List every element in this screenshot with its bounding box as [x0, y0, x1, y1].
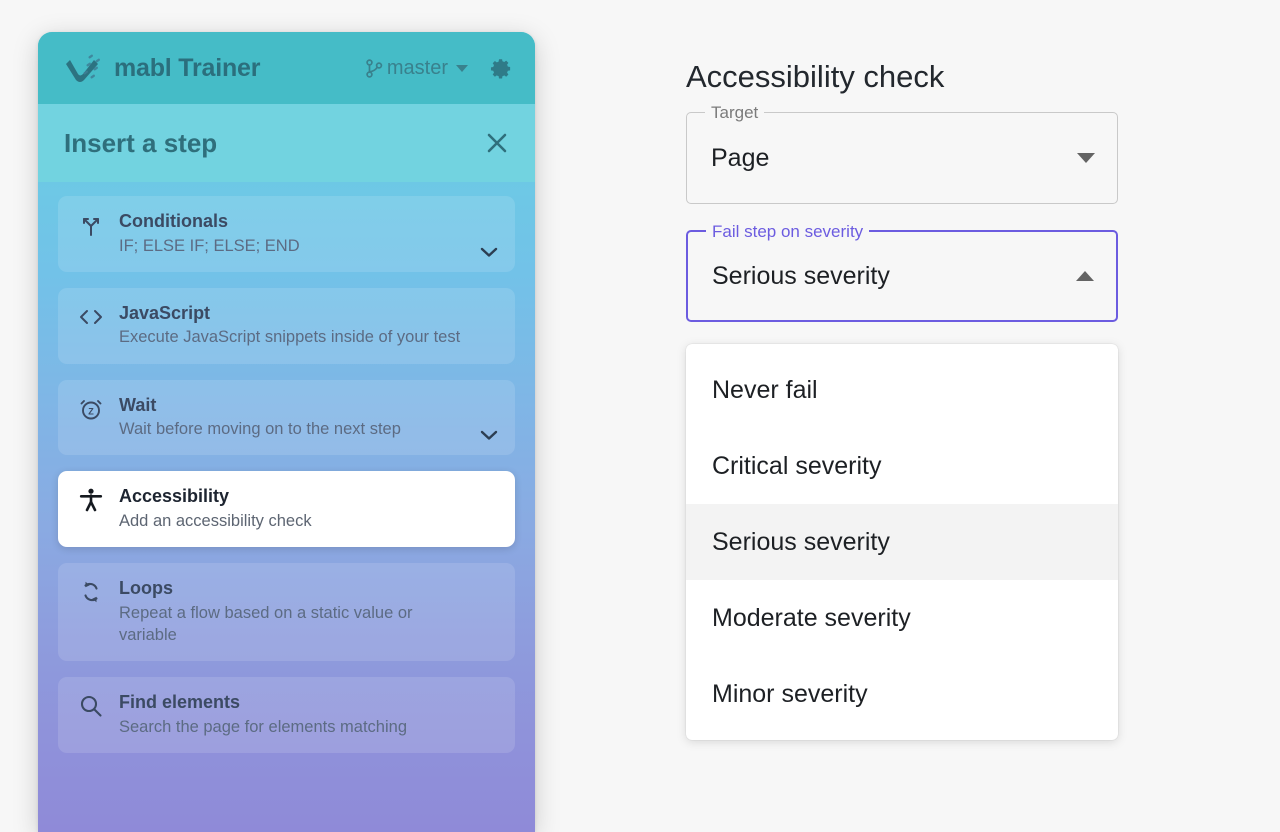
step-description: Execute JavaScript snippets inside of yo… [119, 328, 461, 347]
accessibility-person-icon [79, 488, 103, 512]
branch-arrows-icon [83, 218, 99, 236]
step-type-list: Conditionals IF; ELSE IF; ELSE; END Java… [38, 182, 535, 753]
code-brackets-icon [80, 309, 102, 324]
magnifier-icon [80, 696, 102, 717]
step-text: JavaScript Execute JavaScript snippets i… [119, 302, 469, 349]
option-minor-severity[interactable]: Minor severity [686, 656, 1118, 732]
step-card-javascript[interactable]: JavaScript Execute JavaScript snippets i… [58, 287, 515, 364]
option-label: Moderate severity [712, 603, 911, 632]
brand-title: mabl Trainer [114, 53, 261, 82]
accessibility-check-form: Accessibility check Target Page Fail ste… [686, 59, 1118, 348]
option-label: Critical severity [712, 451, 882, 480]
step-name: Wait [119, 394, 157, 415]
chevron-down-icon [456, 64, 468, 72]
chevron-down-icon[interactable] [479, 429, 499, 441]
step-text: Accessibility Add an accessibility check [119, 485, 495, 532]
step-row: Loops Repeat a flow based on a static va… [78, 577, 469, 646]
close-icon[interactable] [485, 131, 509, 155]
step-description: Wait before moving on to the next step [119, 420, 401, 439]
step-card-wait[interactable]: Z Wait Wait before moving on to the next… [58, 379, 515, 456]
option-moderate-severity[interactable]: Moderate severity [686, 580, 1118, 656]
step-name: Loops [119, 578, 173, 599]
alarm-clock-icon: Z [80, 399, 102, 419]
loop-arrows-icon [84, 581, 98, 603]
option-label: Minor severity [712, 679, 868, 708]
step-card-conditionals[interactable]: Conditionals IF; ELSE IF; ELSE; END [58, 196, 515, 272]
step-description: Search the page for elements matching [119, 717, 408, 736]
target-select-box[interactable]: Target Page [686, 103, 1118, 205]
step-name: JavaScript [119, 302, 211, 323]
git-branch-icon [366, 58, 383, 78]
mabl-trainer-panel: mabl Trainer master Insert a step Condit… [38, 32, 535, 832]
severity-select-box[interactable]: Fail step on severity Serious severity [686, 222, 1118, 323]
step-text: Loops Repeat a flow based on a static va… [119, 577, 469, 646]
step-row: Conditionals IF; ELSE IF; ELSE; END [78, 210, 469, 257]
trainer-header: mabl Trainer master [38, 32, 535, 104]
severity-field[interactable]: Fail step on severity Serious severity [686, 222, 1118, 323]
chevron-down-icon[interactable] [479, 246, 499, 258]
mabl-logo-icon [66, 54, 101, 82]
option-label: Serious severity [712, 527, 890, 556]
branch-selector[interactable]: master [366, 57, 468, 80]
insert-step-bar: Insert a step [38, 104, 535, 182]
severity-options-dropdown: Never fail Critical severity Serious sev… [686, 344, 1118, 740]
step-row: Find elements Search the page for elemen… [78, 691, 469, 738]
option-never-fail[interactable]: Never fail [686, 352, 1118, 428]
step-row: JavaScript Execute JavaScript snippets i… [78, 302, 469, 349]
caret-up-icon[interactable] [1076, 271, 1094, 282]
caret-down-icon[interactable] [1077, 153, 1095, 164]
step-text: Wait Wait before moving on to the next s… [119, 394, 469, 441]
step-row: Z Wait Wait before moving on to the next… [78, 394, 469, 441]
step-description: Repeat a flow based on a static value or… [119, 603, 413, 644]
page-title: Accessibility check [686, 59, 945, 94]
step-description: Add an accessibility check [119, 511, 312, 530]
panel-title: Insert a step [64, 127, 218, 158]
step-name: Conditionals [119, 211, 228, 231]
svg-text:Z: Z [88, 406, 94, 416]
step-card-loops[interactable]: Loops Repeat a flow based on a static va… [58, 563, 515, 662]
step-text: Conditionals IF; ELSE IF; ELSE; END [119, 210, 469, 257]
severity-field-label: Fail step on severity [706, 222, 870, 243]
gear-icon[interactable] [490, 57, 513, 80]
branch-name: master [386, 56, 448, 79]
option-critical-severity[interactable]: Critical severity [686, 428, 1118, 504]
step-text: Find elements Search the page for elemen… [119, 691, 469, 738]
step-name: Accessibility [119, 486, 230, 507]
target-selected-value: Page [711, 143, 770, 172]
step-card-accessibility[interactable]: Accessibility Add an accessibility check [58, 471, 515, 548]
step-name: Find elements [119, 692, 241, 713]
option-serious-severity[interactable]: Serious severity [686, 504, 1118, 580]
step-card-find-elements[interactable]: Find elements Search the page for elemen… [58, 677, 515, 753]
step-row: Accessibility Add an accessibility check [78, 485, 495, 532]
app-screen: mabl Trainer master Insert a step Condit… [0, 0, 1280, 832]
target-field-label: Target [705, 103, 765, 124]
option-label: Never fail [712, 375, 818, 404]
severity-selected-value: Serious severity [712, 261, 890, 290]
target-field[interactable]: Target Page [686, 103, 1118, 205]
step-description: IF; ELSE IF; ELSE; END [119, 236, 300, 255]
